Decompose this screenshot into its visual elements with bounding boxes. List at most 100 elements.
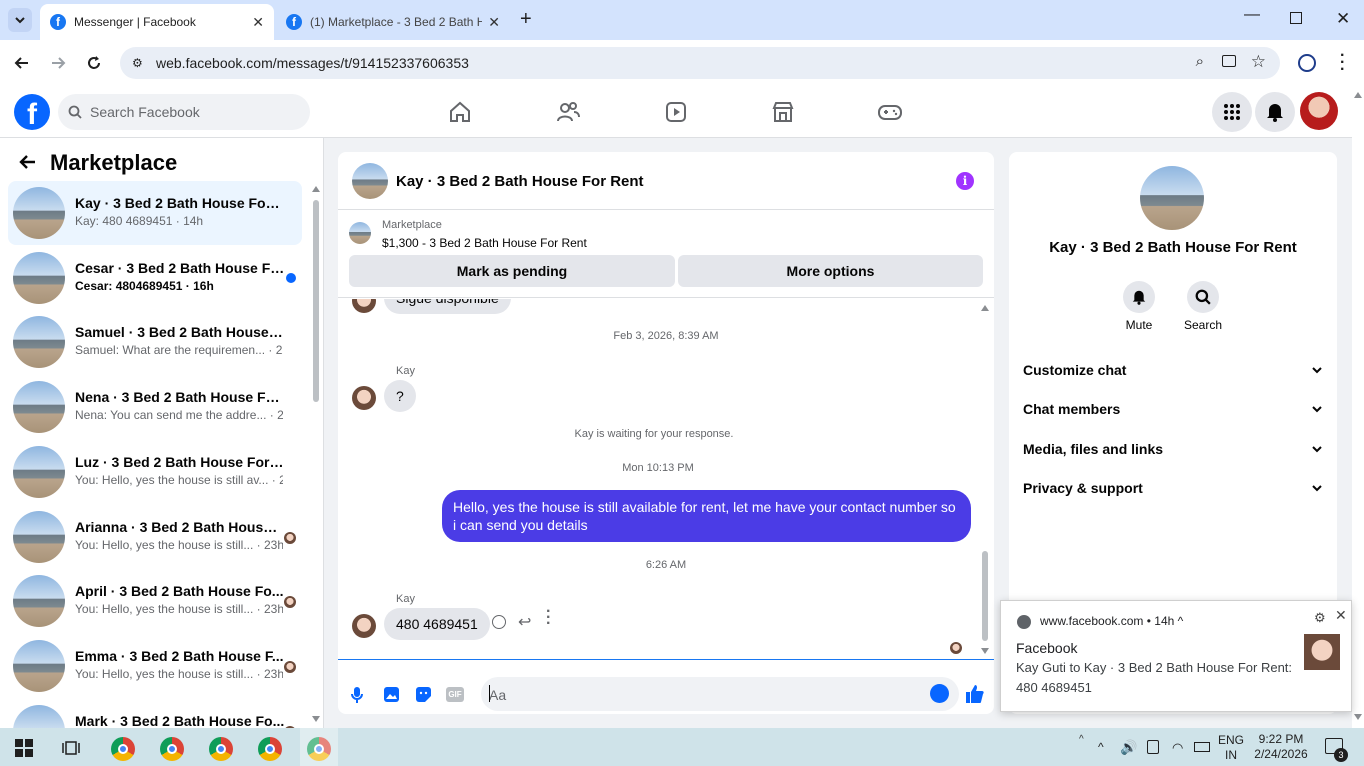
message-bubble[interactable]: 480 4689451 (384, 608, 490, 640)
page-scrollbar[interactable] (1352, 86, 1364, 728)
chat-list-scrollbar[interactable] (312, 186, 320, 722)
tab-search-button[interactable] (8, 8, 32, 32)
privacy-support-section[interactable]: Privacy & support (1023, 473, 1323, 503)
storefront-icon (772, 102, 794, 122)
chat-members-section[interactable]: Chat members (1023, 394, 1323, 424)
media-files-links-section[interactable]: Media, files and links (1023, 434, 1323, 464)
conversation-item[interactable]: Mark · 3 Bed 2 Bath House Fo... (8, 699, 302, 728)
my-message-bubble[interactable]: Hello, yes the house is still available … (442, 490, 971, 542)
zoom-icon[interactable]: ⌕ (1196, 53, 1204, 70)
emoji-icon[interactable] (930, 684, 949, 703)
scroll-thumb[interactable] (982, 551, 988, 641)
wifi-icon[interactable]: ◠ (1172, 740, 1183, 756)
close-tab-icon[interactable]: ✕ (252, 14, 264, 31)
close-window-button[interactable]: ✕ (1336, 9, 1350, 29)
mute-button[interactable] (1123, 281, 1155, 313)
notifications-button[interactable] (1255, 92, 1295, 132)
forward-button[interactable] (48, 53, 68, 73)
bookmark-star-icon[interactable]: ☆ (1251, 52, 1266, 72)
restore-button[interactable] (1290, 12, 1302, 24)
browser-menu-icon[interactable]: · · · (1340, 48, 1345, 78)
chevron-up-icon[interactable]: ^ (1178, 614, 1184, 628)
conversation-item[interactable]: Cesar · 3 Bed 2 Bath House Fo... Cesar: 4… (8, 246, 302, 310)
mark-as-pending-button[interactable]: Mark as pending (349, 255, 675, 287)
chrome-taskbar-icon[interactable] (160, 737, 184, 761)
conversation-info-button[interactable]: i (956, 172, 974, 190)
minimize-button[interactable]: — (1244, 6, 1260, 24)
volume-icon[interactable]: 🔊 (1120, 739, 1137, 756)
grid-menu-icon (1224, 104, 1240, 120)
customize-chat-section[interactable]: Customize chat (1023, 355, 1323, 385)
menu-button[interactable] (1212, 92, 1252, 132)
message-input[interactable]: Aa (481, 677, 959, 711)
listing-avatar[interactable] (352, 163, 388, 199)
conversation-item[interactable]: Arianna · 3 Bed 2 Bath House ... You: Hel… (8, 505, 302, 569)
conversation-item[interactable]: Kay · 3 Bed 2 Bath House For Rent Kay: 48… (8, 181, 302, 245)
site-info-icon[interactable]: ⚙ (132, 56, 143, 70)
address-bar[interactable]: ⚙ web.facebook.com/messages/t/9141523376… (120, 47, 1280, 79)
region-code: IN (1225, 748, 1237, 762)
gif-icon[interactable]: GIF (446, 687, 464, 702)
listing-thumbnail[interactable] (349, 222, 371, 244)
language-indicator[interactable]: ENG IN (1218, 733, 1244, 763)
chrome-taskbar-icon[interactable] (258, 737, 282, 761)
new-tab-button[interactable]: + (520, 8, 532, 31)
more-actions-icon[interactable]: · · · (546, 604, 551, 632)
message-bubble[interactable]: ? (384, 380, 416, 412)
install-app-icon[interactable] (1222, 55, 1236, 67)
conversation-item[interactable]: April · 3 Bed 2 Bath House Fo... You: Hel… (8, 569, 302, 633)
chrome-taskbar-icon[interactable] (111, 737, 135, 761)
friends-nav-button[interactable] (554, 98, 582, 126)
conversation-item[interactable]: Samuel · 3 Bed 2 Bath House Fo... Samuel:… (8, 310, 302, 374)
search-in-conversation-button[interactable] (1187, 281, 1219, 313)
photo-icon[interactable] (383, 686, 400, 703)
scroll-up-icon[interactable] (312, 186, 320, 192)
tab-messenger[interactable]: f Messenger | Facebook ✕ (40, 4, 274, 40)
notification-close-icon[interactable]: ✕ (1335, 607, 1347, 624)
desktop-notification[interactable]: www.facebook.com • 14h ^ ⚙ ✕ Facebook Ka… (1000, 600, 1352, 712)
account-avatar[interactable] (1300, 92, 1338, 130)
reload-icon (88, 56, 100, 69)
taskbar-scroll-up-icon[interactable]: ^ (1079, 734, 1084, 745)
show-hidden-icons[interactable]: ^ (1098, 740, 1104, 754)
back-button[interactable] (12, 53, 32, 73)
thread-scrollbar[interactable] (981, 299, 989, 655)
reply-icon[interactable]: ↩ (518, 612, 531, 632)
facebook-search-input[interactable]: Search Facebook (58, 94, 310, 130)
conversation-title[interactable]: Kay · 3 Bed 2 Bath House For Rent (396, 173, 644, 190)
scroll-up-icon[interactable] (981, 305, 989, 311)
scroll-down-icon[interactable] (1354, 714, 1362, 720)
home-nav-button[interactable] (446, 98, 474, 126)
battery-icon[interactable] (1194, 742, 1210, 752)
scroll-down-icon[interactable] (312, 716, 320, 722)
conversation-item[interactable]: Nena · 3 Bed 2 Bath House For ... Nena: Y… (8, 375, 302, 439)
message-bubble[interactable]: Sigue disponible (384, 299, 511, 314)
reload-button[interactable] (84, 53, 104, 73)
profile-icon[interactable] (1298, 54, 1316, 72)
conversation-item[interactable]: Luz · 3 Bed 2 Bath House For Rent You: He… (8, 440, 302, 504)
more-options-button[interactable]: More options (678, 255, 983, 287)
scroll-down-icon[interactable] (981, 648, 989, 654)
gaming-nav-button[interactable] (876, 98, 904, 126)
sticker-icon[interactable] (415, 686, 432, 703)
tab-marketplace[interactable]: f (1) Marketplace - 3 Bed 2 Bath H ✕ (276, 4, 510, 40)
meet-icon[interactable] (1147, 740, 1159, 754)
windows-start-icon[interactable] (15, 739, 33, 757)
chrome-taskbar-icon[interactable] (209, 737, 233, 761)
scroll-up-icon[interactable] (1354, 92, 1362, 98)
timestamp: Feb 3, 2026, 8:39 AM (613, 330, 719, 342)
task-view-icon[interactable] (62, 739, 80, 757)
conversation-item[interactable]: Emma · 3 Bed 2 Bath House F... You: Hello… (8, 634, 302, 698)
back-button[interactable] (18, 152, 38, 172)
facebook-logo[interactable]: f (14, 94, 50, 130)
marketplace-nav-button[interactable] (769, 98, 797, 126)
microphone-icon[interactable] (350, 686, 364, 704)
scroll-thumb[interactable] (313, 200, 319, 402)
clock[interactable]: 9:22 PM 2/24/2026 (1252, 732, 1310, 762)
watch-nav-button[interactable] (662, 98, 690, 126)
notification-settings-icon[interactable]: ⚙ (1314, 610, 1326, 626)
react-icon[interactable] (492, 615, 506, 629)
thumbs-up-icon[interactable] (965, 684, 985, 704)
close-tab-icon[interactable]: ✕ (488, 14, 500, 31)
listing-title[interactable]: $1,300 - 3 Bed 2 Bath House For Rent (382, 236, 587, 250)
